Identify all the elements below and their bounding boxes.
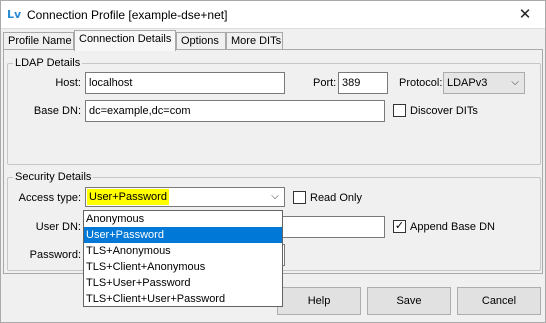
append-base-dn-checkbox[interactable]: ✓: [393, 220, 406, 233]
access-type-option-tls-client-user-password[interactable]: TLS+Client+User+Password: [84, 291, 282, 307]
port-label: Port:: [313, 77, 337, 89]
app-icon: Lv: [7, 8, 22, 21]
access-type-value: User+Password: [87, 189, 169, 205]
discover-dits-checkbox[interactable]: [393, 104, 406, 117]
access-type-option-tls-client-anonymous[interactable]: TLS+Client+Anonymous: [84, 259, 282, 275]
discover-dits-label: Discover DITs: [410, 105, 478, 117]
tab-options[interactable]: Options: [176, 32, 226, 50]
access-type-option-tls-user-password[interactable]: TLS+User+Password: [84, 275, 282, 291]
connection-profile-window: Lv Connection Profile [example-dse+net] …: [0, 0, 546, 323]
checkmark-icon: ✓: [394, 220, 405, 232]
protocol-value: LDAPv3: [447, 77, 488, 89]
tab-more-dits[interactable]: More DITs: [226, 32, 283, 50]
base-dn-input[interactable]: dc=example,dc=com: [85, 100, 385, 122]
help-button[interactable]: Help: [277, 287, 361, 315]
host-label: Host:: [55, 77, 81, 89]
access-type-option-anonymous[interactable]: Anonymous: [84, 211, 282, 227]
read-only-checkbox[interactable]: [293, 191, 306, 204]
port-input[interactable]: 389: [338, 72, 388, 94]
window-title: Connection Profile [example-dse+net]: [27, 8, 228, 22]
password-label: Password:: [29, 249, 81, 261]
tab-profile-name[interactable]: Profile Name: [3, 32, 74, 50]
base-dn-label: Base DN:: [33, 105, 81, 117]
read-only-label: Read Only: [310, 192, 362, 204]
protocol-select[interactable]: LDAPv3 ⌵: [443, 72, 525, 94]
cancel-button[interactable]: Cancel: [457, 287, 541, 315]
close-icon[interactable]: ✕: [509, 3, 541, 27]
save-button[interactable]: Save: [367, 287, 451, 315]
user-dn-label: User DN:: [35, 221, 81, 233]
protocol-label: Protocol:: [399, 77, 443, 89]
host-input[interactable]: localhost: [85, 72, 285, 94]
access-type-dropdown-list: Anonymous User+Password TLS+Anonymous TL…: [83, 210, 283, 307]
chevron-down-icon: ⌵: [271, 191, 279, 202]
access-type-option-tls-anonymous[interactable]: TLS+Anonymous: [84, 243, 282, 259]
tab-connection-details[interactable]: Connection Details: [74, 30, 176, 51]
ldap-details-legend: LDAP Details: [15, 57, 81, 69]
security-details-legend: Security Details: [15, 171, 92, 183]
chevron-down-icon: ⌵: [511, 77, 519, 88]
append-base-dn-label: Append Base DN: [410, 221, 495, 233]
access-type-option-user-password[interactable]: User+Password: [84, 227, 282, 243]
access-type-label: Access type:: [18, 192, 81, 204]
access-type-select[interactable]: User+Password ⌵: [85, 187, 285, 207]
title-bar: Lv Connection Profile [example-dse+net] …: [1, 1, 545, 29]
